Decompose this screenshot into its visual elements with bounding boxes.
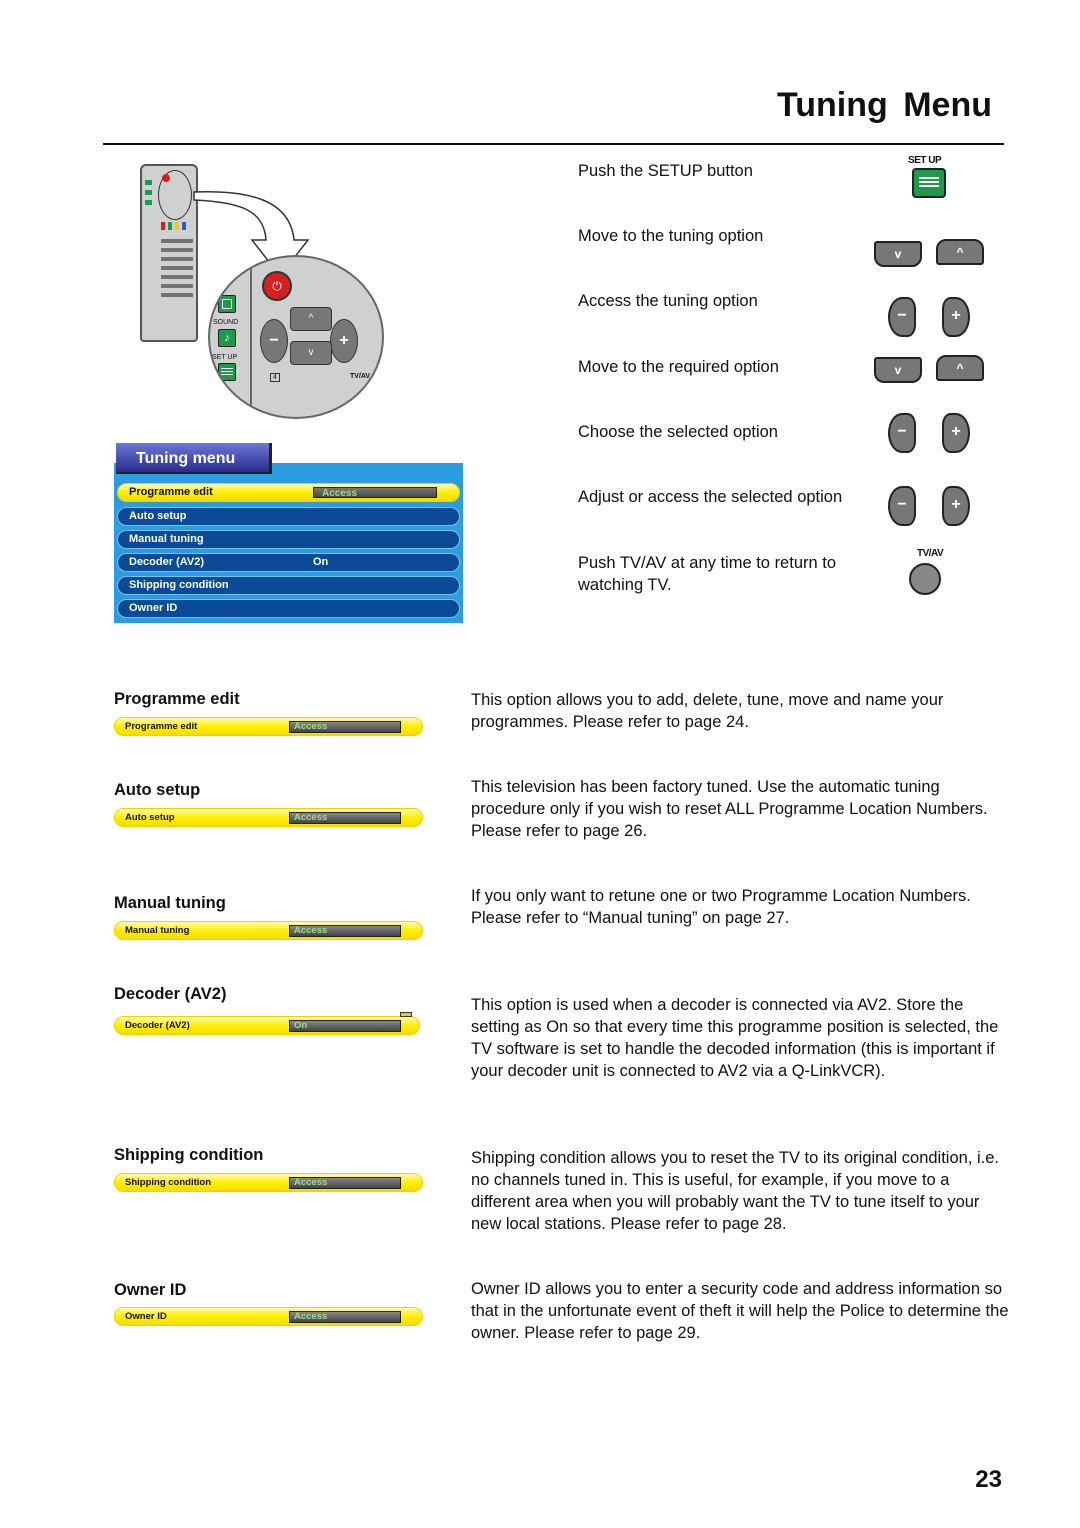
setup-button-icon [912,168,946,198]
page-title: Tuning Menu [777,86,992,124]
osd-item-label: Programme edit [129,486,213,498]
minus-button-icon: − [888,297,916,337]
title-divider [103,143,1004,145]
sound-button-icon: ♪ [218,329,236,347]
power-button-icon: ⏻ [262,271,292,301]
remote-number-keypad [161,234,193,300]
osd-item-label: Shipping condition [129,579,229,591]
section-description: Owner ID allows you to enter a security … [471,1280,1009,1342]
osd-item-manual-tuning[interactable]: Manual tuning [117,530,460,549]
tune-button-icon [218,295,236,313]
step-text: Push TV/AV at any time to return to watc… [578,554,837,594]
osd-item-decoder-av2[interactable]: Decoder (AV2) On [117,553,460,572]
minus-button-icon: − [888,486,916,526]
section-option-bar: Shipping condition Access [114,1173,423,1192]
section-heading: Shipping condition [114,1146,264,1164]
osd-item-value: On [313,556,329,568]
option-bar-value: Access [289,925,401,937]
setup-button-icon [218,363,236,381]
section-description: If you only want to retune one or two Pr… [471,887,971,927]
teletext-label: 4 [270,373,280,382]
section-option-bar: Auto setup Access [114,808,423,827]
osd-item-programme-edit[interactable]: Programme edit Access [117,483,460,502]
option-bar-value: Access [289,1311,401,1323]
section-description: Shipping condition allows you to reset t… [471,1149,999,1233]
up-button-icon: ^ [936,239,984,265]
step-text: Move to the required option [578,358,779,376]
option-bar-value: Access [289,1177,401,1189]
section-heading: Programme edit [114,690,240,708]
setup-label: SET UP [212,354,238,361]
step-text: Push the SETUP button [578,162,753,180]
section-heading: Auto setup [114,781,201,799]
osd-item-auto-setup[interactable]: Auto setup [117,507,460,526]
osd-item-label: Auto setup [129,510,187,522]
section-description: This option allows you to add, delete, t… [471,691,944,731]
tvav-button-icon [909,563,941,595]
step-text: Choose the selected option [578,423,778,441]
remote-zoom-detail: TUNE SOUND ♪ SET UP ⏻ − + ^ v 4 TV/AV [208,255,384,419]
option-bar-label: Programme edit [125,721,198,732]
down-button-icon: v [874,357,922,383]
option-bar-value: On [289,1020,401,1032]
remote-green-key-icon [145,180,152,185]
page-number: 23 [975,1466,1002,1493]
plus-button-icon: + [330,319,358,363]
tvav-icon-label: TV/AV [917,548,944,559]
step-text: Adjust or access the selected option [578,488,843,506]
section-option-bar: Manual tuning Access [114,921,423,940]
remote-green-key-icon [145,190,152,195]
step-text: Move to the tuning option [578,227,764,245]
down-button-icon: v [290,341,332,365]
section-heading: Decoder (AV2) [114,985,227,1003]
option-bar-value: Access [289,721,401,733]
osd-tuning-menu: Programme edit Access Auto setup Manual … [114,463,463,623]
osd-item-owner-id[interactable]: Owner ID [117,599,460,618]
osd-menu-title: Tuning menu [116,443,272,474]
plus-button-icon: + [942,413,970,453]
osd-item-label: Decoder (AV2) [129,556,204,568]
osd-item-label: Manual tuning [129,533,204,545]
remote-power-icon [162,174,170,182]
section-heading: Owner ID [114,1281,187,1299]
option-bar-value: Access [289,812,401,824]
section-option-bar: Programme edit Access [114,717,423,736]
decoder-indicator-icon [400,1012,412,1017]
tvav-label: TV/AV [350,373,371,380]
setup-icon-label: SET UP [908,155,942,166]
plus-button-icon: + [942,486,970,526]
osd-item-shipping-condition[interactable]: Shipping condition [117,576,460,595]
remote-colour-keys [161,222,193,230]
option-bar-label: Decoder (AV2) [125,1020,190,1031]
option-bar-label: Owner ID [125,1311,167,1322]
step-text: Access the tuning option [578,292,758,310]
minus-button-icon: − [260,319,288,363]
section-option-bar: Decoder (AV2) On [114,1016,420,1035]
section-description: This television has been factory tuned. … [471,778,988,840]
remote-green-key-icon [145,200,152,205]
option-bar-label: Shipping condition [125,1177,212,1188]
plus-button-icon: + [942,297,970,337]
option-bar-label: Auto setup [125,812,175,823]
section-option-bar: Owner ID Access [114,1307,423,1326]
up-button-icon: ^ [290,307,332,331]
osd-item-label: Owner ID [129,602,178,614]
option-bar-label: Manual tuning [125,925,190,936]
down-button-icon: v [874,241,922,267]
up-button-icon: ^ [936,355,984,381]
osd-item-value: Access [313,487,437,499]
tune-label: TUNE [210,277,230,284]
minus-button-icon: − [888,413,916,453]
sound-label: SOUND [213,319,239,326]
section-heading: Manual tuning [114,894,226,912]
section-description: This option is used when a decoder is co… [471,996,999,1080]
